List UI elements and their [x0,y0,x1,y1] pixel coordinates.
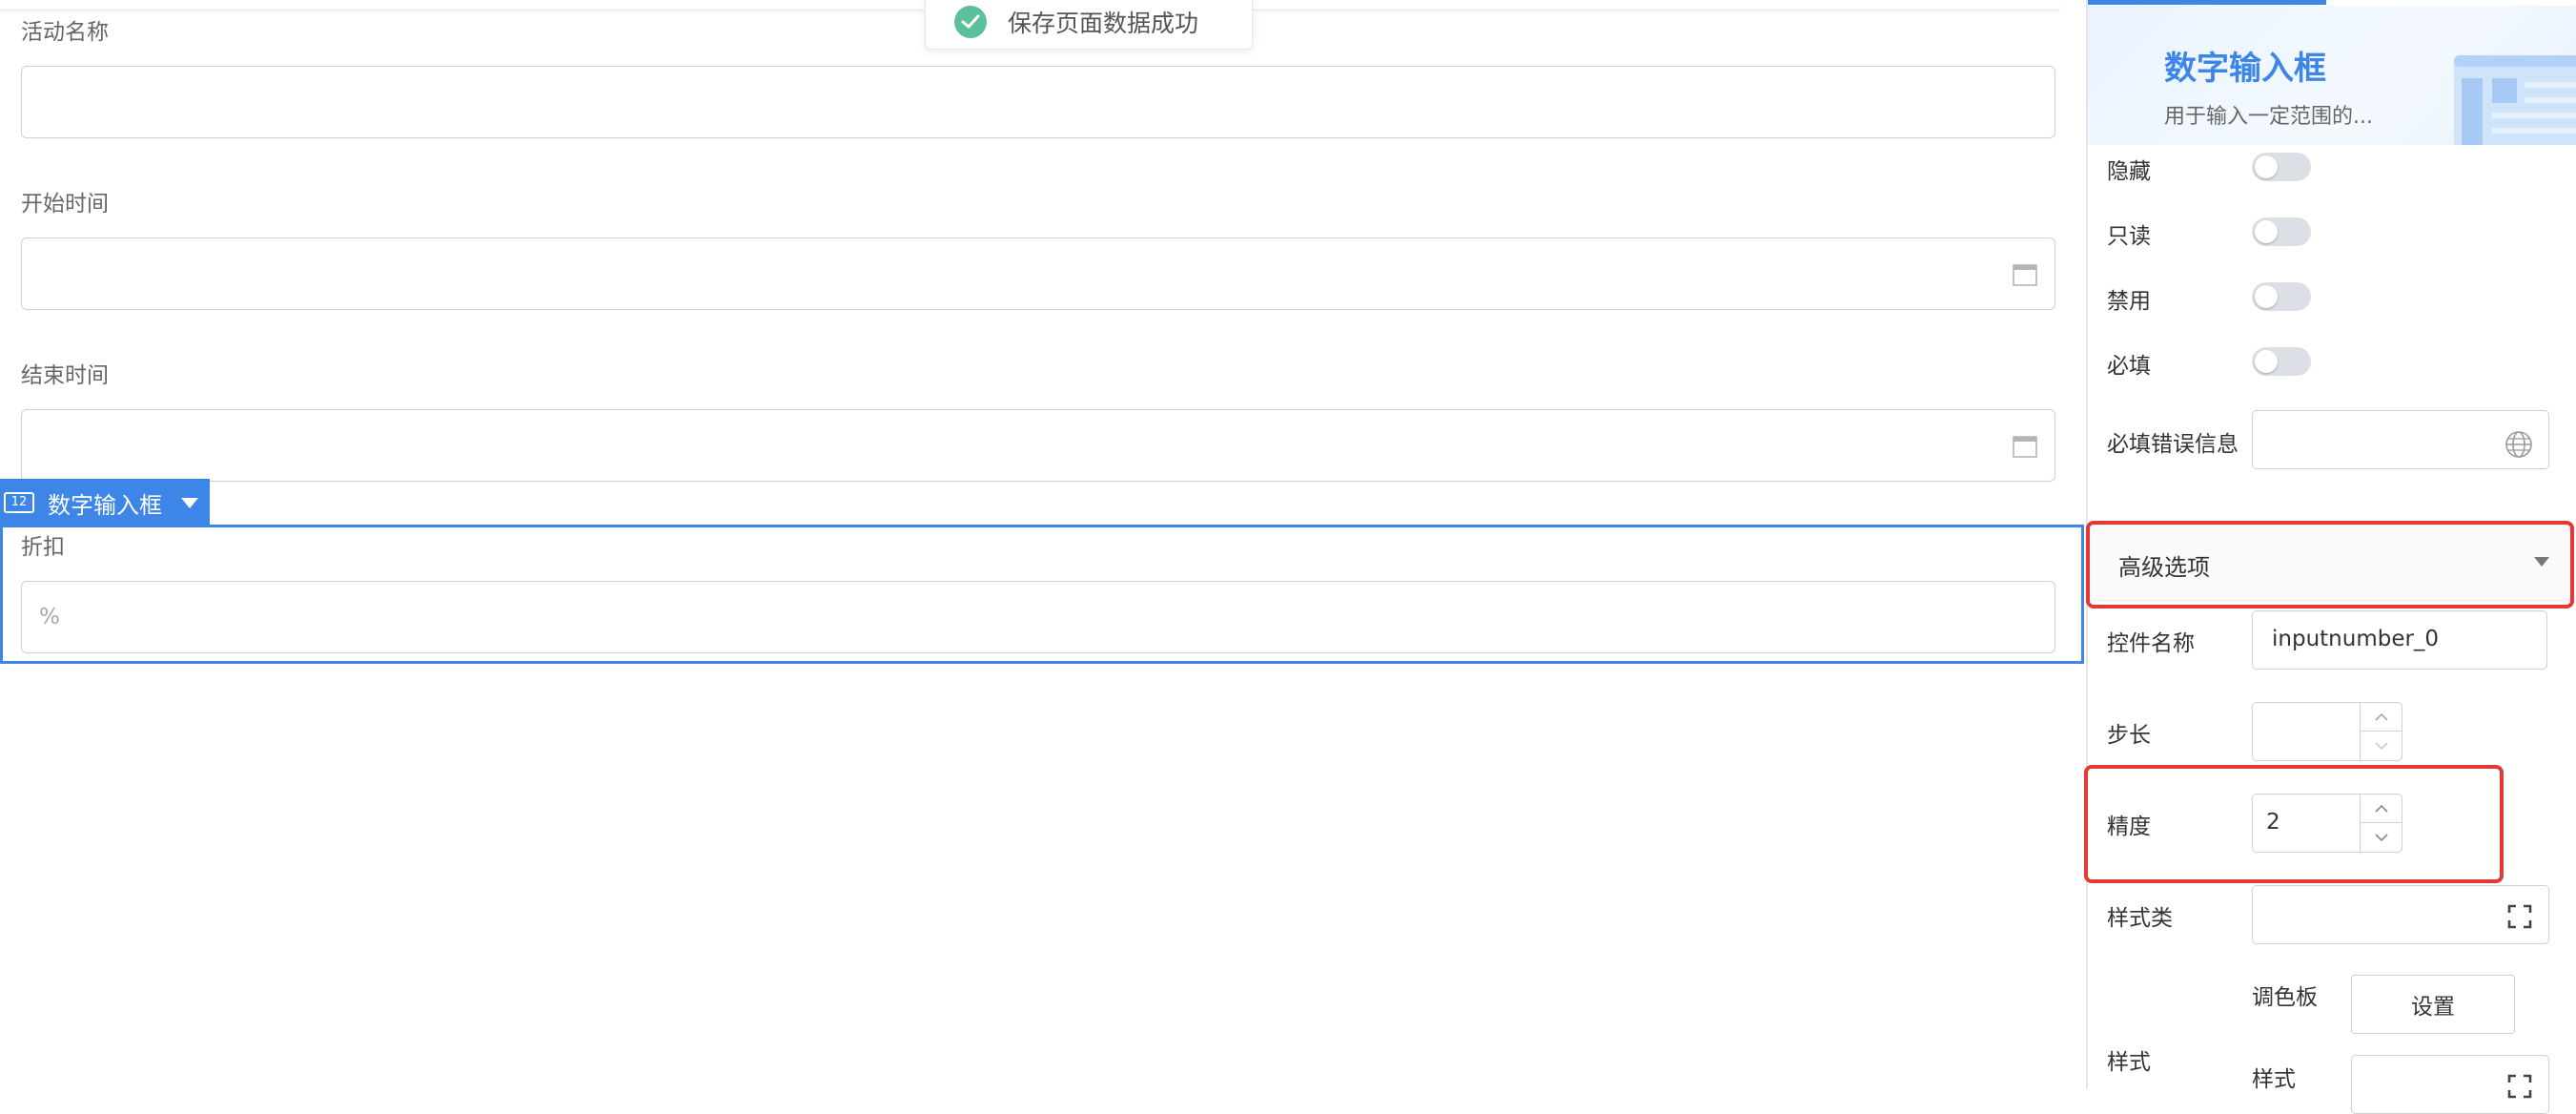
toggle-knob [2255,220,2278,243]
form-canvas: 活动名称 开始时间 结束时间 12 数字输入框 折扣 % 保存页面数据成功 [0,0,2086,1089]
toggle-knob [2255,350,2278,373]
control-name-input[interactable]: inputnumber_0 [2252,610,2547,670]
field-label-discount: 折扣 [21,535,65,560]
chevron-up-icon[interactable] [2361,703,2402,732]
stepper-controls [2360,703,2402,760]
fullscreen-icon[interactable] [2506,1073,2533,1100]
toggle-knob [2255,155,2278,178]
chevron-down-icon[interactable] [181,497,198,508]
required-label: 必填 [2107,354,2151,379]
number-input-icon: 12 [4,492,34,513]
required-error-label: 必填错误信息 [2107,432,2239,457]
step-stepper[interactable] [2252,702,2402,761]
control-name-value: inputnumber_0 [2272,627,2440,651]
required-error-input[interactable] [2252,410,2549,469]
chevron-down-icon[interactable] [2361,732,2402,760]
discount-input[interactable]: % [21,581,2055,653]
palette-label: 调色板 [2252,985,2318,1010]
calendar-icon[interactable] [2013,435,2037,458]
disabled-label: 禁用 [2107,289,2151,314]
field-label-activity-name: 活动名称 [21,20,109,45]
control-name-label: 控件名称 [2107,631,2195,656]
check-circle-icon [954,6,987,38]
globe-icon[interactable] [2504,430,2533,459]
active-tab-indicator [2088,0,2326,5]
readonly-label: 只读 [2107,224,2151,249]
annotation-highlight-advanced [2086,521,2574,609]
step-label: 步长 [2107,723,2151,748]
hidden-toggle[interactable] [2252,153,2311,181]
end-time-input[interactable] [21,409,2055,482]
required-toggle[interactable] [2252,347,2311,376]
selected-component-tag[interactable]: 12 数字输入框 [0,479,210,526]
style-class-label: 样式类 [2107,906,2173,931]
style-label: 样式 [2107,1050,2151,1075]
toggle-knob [2255,285,2278,308]
component-banner: 数字输入框 用于输入一定范围的... [2088,6,2576,145]
success-toast: 保存页面数据成功 [925,0,1253,50]
readonly-toggle[interactable] [2252,217,2311,246]
toast-message: 保存页面数据成功 [1008,10,1199,37]
banner-subtitle: 用于输入一定范围的... [2164,105,2373,129]
fullscreen-icon[interactable] [2506,903,2533,930]
disabled-toggle[interactable] [2252,282,2311,311]
annotation-highlight-precision [2084,765,2504,883]
style-input[interactable] [2351,1055,2549,1114]
activity-name-input[interactable] [21,66,2055,138]
selected-component-label: 数字输入框 [48,491,162,519]
field-label-end-time: 结束时间 [21,363,109,388]
hidden-label: 隐藏 [2107,159,2151,184]
calendar-icon[interactable] [2013,263,2037,286]
banner-title: 数字输入框 [2164,50,2326,88]
discount-placeholder: % [39,605,60,629]
field-label-start-time: 开始时间 [21,192,109,217]
palette-settings-button[interactable]: 设置 [2351,975,2515,1034]
illustration-icon [2454,55,2576,145]
style-class-input[interactable] [2252,885,2549,944]
start-time-input[interactable] [21,237,2055,310]
style-sub-label: 样式 [2252,1067,2296,1092]
